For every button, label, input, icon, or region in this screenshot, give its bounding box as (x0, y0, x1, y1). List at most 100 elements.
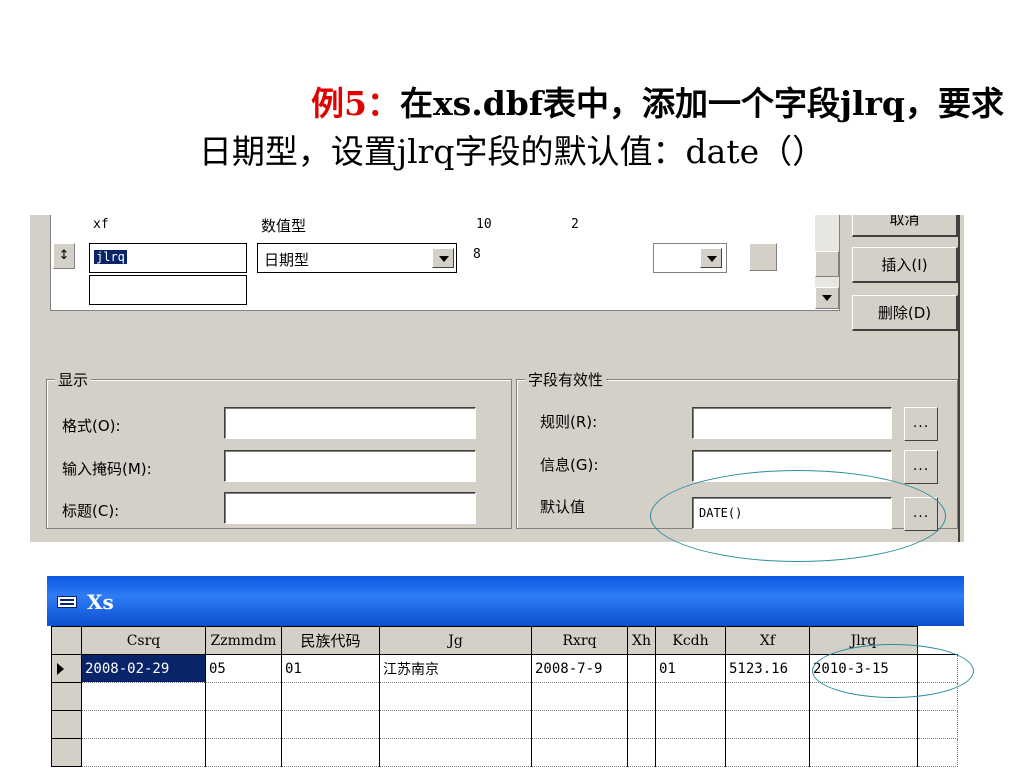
field-type-select[interactable]: 日期型 (257, 243, 457, 273)
input-mask-label: 输入掩码(M): (62, 460, 152, 478)
table-cell[interactable] (725, 738, 810, 767)
message-label: 信息(G): (540, 456, 599, 474)
table-cell[interactable] (627, 682, 656, 711)
table-cell[interactable] (809, 710, 918, 739)
column-header[interactable]: Csrq (81, 626, 206, 655)
scroll-down-button[interactable] (815, 287, 839, 309)
chevron-down-icon[interactable] (700, 248, 722, 268)
rule-input[interactable] (692, 407, 892, 439)
table-cell[interactable] (655, 738, 726, 767)
slide-title: 例5：在xs.dbf表中，添加一个字段jlrq，要求 日期型，设置jlrq字段的… (0, 80, 1024, 176)
table-cell[interactable] (379, 682, 532, 711)
table-cell[interactable]: 01 (281, 654, 380, 683)
table-row (51, 738, 958, 767)
message-input[interactable] (692, 450, 892, 482)
field-type-value: 日期型 (264, 251, 310, 269)
field-name-value: jlrq (94, 250, 127, 264)
validation-legend: 字段有效性 (525, 369, 607, 390)
prev-field-name: xf (93, 217, 109, 232)
index-select[interactable] (653, 243, 727, 273)
column-header[interactable]: 民族代码 (281, 626, 380, 655)
table-cell[interactable]: 2008-02-29 (81, 654, 206, 683)
table-cell[interactable] (81, 710, 206, 739)
table-cell[interactable] (81, 682, 206, 711)
row-selector[interactable] (51, 710, 82, 739)
column-header[interactable]: Xf (725, 626, 810, 655)
table-cell[interactable] (379, 710, 532, 739)
table-cell[interactable] (809, 738, 918, 767)
insert-button[interactable]: 插入(I) (852, 247, 958, 283)
table-cell[interactable] (655, 682, 726, 711)
browse-titlebar[interactable]: Xs (47, 576, 964, 626)
row-move-handle[interactable]: ↕ (53, 243, 75, 269)
column-header[interactable]: Kcdh (655, 626, 726, 655)
field-name-input[interactable]: jlrq (89, 243, 247, 273)
scrollbar-thumb[interactable] (815, 251, 839, 277)
column-header[interactable]: Jlrq (809, 626, 918, 655)
table-cell[interactable] (917, 710, 958, 739)
table-cell[interactable] (917, 682, 958, 711)
chevron-down-icon[interactable] (432, 248, 454, 268)
column-header[interactable]: Rxrq (531, 626, 628, 655)
table-row (51, 682, 958, 711)
empty-header (917, 626, 958, 655)
table-cell[interactable] (725, 682, 810, 711)
table-cell[interactable]: 05 (205, 654, 282, 683)
row-selector-header (51, 626, 82, 655)
message-builder-button[interactable]: ... (904, 450, 938, 484)
table-cell[interactable]: 江苏南京 (379, 654, 532, 683)
default-value-builder-button[interactable]: ... (904, 497, 938, 531)
new-field-name-input[interactable] (89, 275, 247, 305)
column-header[interactable]: Jg (379, 626, 532, 655)
column-header[interactable]: Zzmmdm (205, 626, 282, 655)
table-cell[interactable] (281, 682, 380, 711)
title-line-1-text: 在xs.dbf表中，添加一个字段jlrq，要求 (399, 84, 1004, 123)
table-cell[interactable] (205, 682, 282, 711)
default-value-input[interactable]: DATE() (692, 497, 892, 529)
table-cell[interactable] (205, 738, 282, 767)
column-header[interactable]: Xh (627, 626, 656, 655)
table-cell[interactable] (281, 710, 380, 739)
browse-table: Csrq Zzmmdm 民族代码 Jg Rxrq Xh Kcdh Xf Jlrq… (51, 626, 958, 767)
prev-field-decimal: 2 (571, 217, 579, 232)
table-cell[interactable] (379, 738, 532, 767)
default-value-text: DATE() (699, 506, 743, 520)
table-cell[interactable]: 01 (655, 654, 726, 683)
table-cell[interactable]: 5123.16 (725, 654, 810, 683)
rule-label: 规则(R): (540, 413, 598, 431)
delete-button[interactable]: 删除(D) (852, 295, 958, 331)
rule-builder-button[interactable]: ... (904, 407, 938, 441)
table-cell[interactable] (531, 710, 628, 739)
format-input[interactable] (224, 407, 476, 439)
table-cell[interactable]: 2008-7-9 (531, 654, 628, 683)
table-cell[interactable] (627, 654, 656, 683)
row-selector[interactable] (51, 682, 82, 711)
table-cell[interactable] (81, 738, 206, 767)
null-toggle-button[interactable] (749, 243, 777, 271)
table-cell[interactable] (531, 738, 628, 767)
table-cell[interactable] (627, 738, 656, 767)
title-line-2: 日期型，设置jlrq字段的默认值：date（） (198, 132, 826, 171)
table-cell[interactable] (725, 710, 810, 739)
format-label: 格式(O): (62, 417, 121, 435)
table-cell[interactable] (281, 738, 380, 767)
table-cell[interactable] (809, 682, 918, 711)
row-selector[interactable] (51, 738, 82, 767)
default-value-label: 默认值 (540, 498, 586, 516)
table-cell[interactable] (531, 682, 628, 711)
table-cell[interactable] (917, 738, 958, 767)
table-cell[interactable] (205, 710, 282, 739)
table-cell[interactable] (917, 654, 958, 683)
prev-field-type: 数值型 (261, 217, 307, 235)
table-cell[interactable]: 2010-3-15 (809, 654, 918, 683)
browse-window: Xs Csrq Zzmmdm 民族代码 Jg Rxrq Xh Kcdh Xf J… (47, 576, 964, 768)
cancel-button[interactable]: 取消 (852, 215, 958, 237)
table-designer-dialog: xf 数值型 10 2 ↕ jlrq 日期型 8 取消 插入(I) 删除(D) … (30, 215, 964, 542)
table-cell[interactable] (655, 710, 726, 739)
browse-window-title: Xs (87, 590, 114, 614)
table-cell[interactable] (627, 710, 656, 739)
caption-input[interactable] (224, 492, 476, 524)
row-selector[interactable] (51, 654, 82, 683)
input-mask-input[interactable] (224, 450, 476, 482)
prev-field-width: 10 (476, 217, 492, 232)
